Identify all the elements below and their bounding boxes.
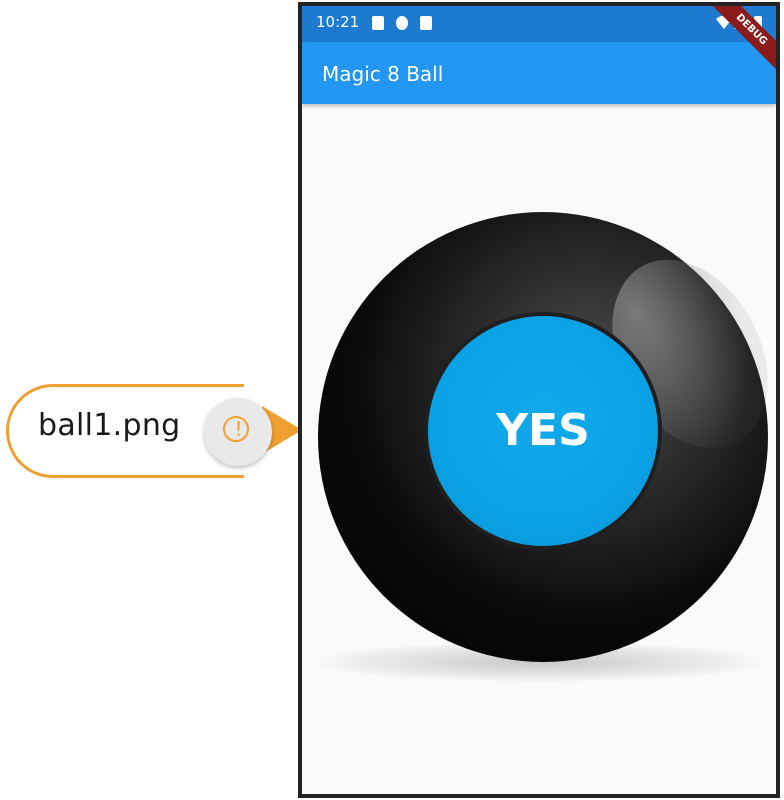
- phone-screen: 10:21 Magic 8 Ball DEBUG YES: [298, 2, 780, 798]
- callout-filename: ball1.png: [38, 408, 181, 443]
- status-time: 10:21: [316, 13, 360, 31]
- notification-round-icon: [396, 16, 408, 30]
- app-bar: Magic 8 Ball: [302, 42, 776, 104]
- sd-card-icon: [420, 16, 432, 30]
- app-title: Magic 8 Ball: [322, 62, 444, 86]
- notification-a-icon: [372, 16, 384, 30]
- exclamation-mark: !: [234, 417, 243, 441]
- answer-text: YES: [496, 405, 590, 456]
- status-bar: 10:21: [302, 6, 776, 42]
